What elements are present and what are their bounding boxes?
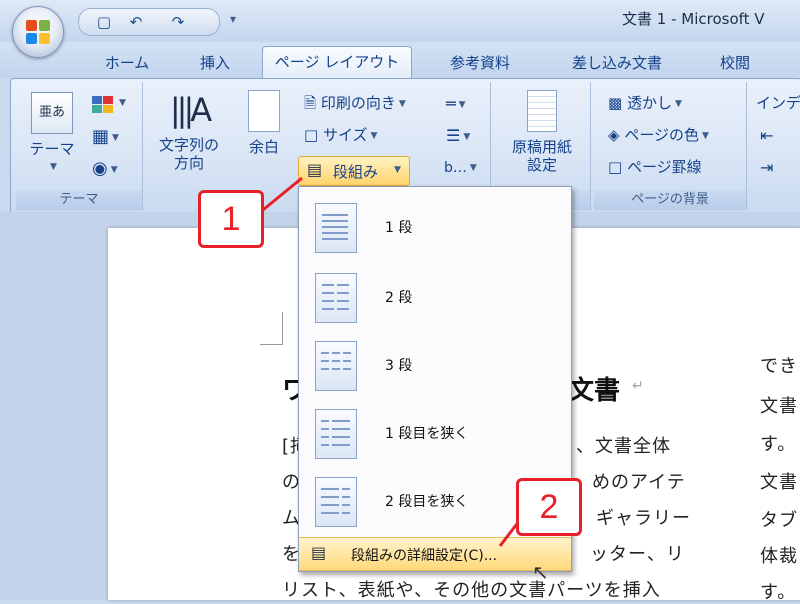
office-button[interactable] — [12, 6, 64, 58]
callout-pointers — [257, 176, 528, 547]
callout-2: 2 — [516, 478, 582, 536]
callout-1: 1 — [198, 190, 264, 248]
office-logo-icon — [26, 20, 50, 44]
